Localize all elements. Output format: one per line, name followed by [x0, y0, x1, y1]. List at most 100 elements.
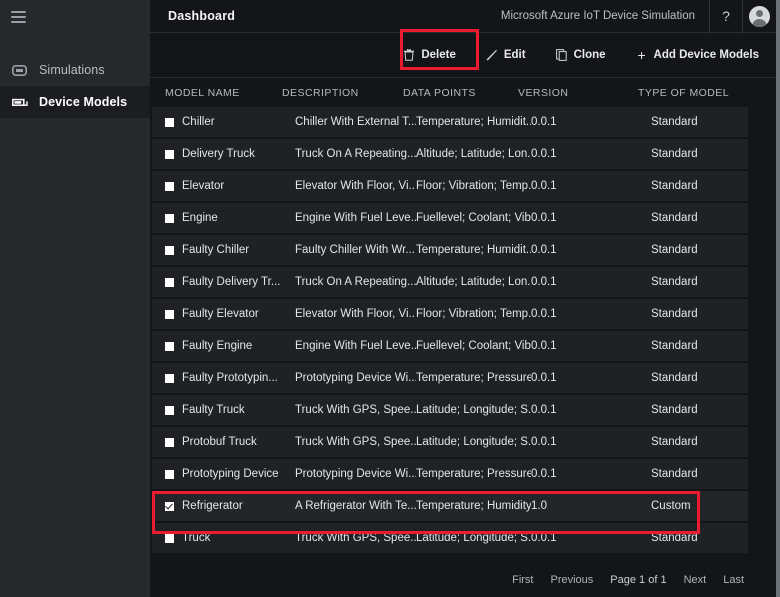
cell-model-name: Engine: [182, 212, 218, 224]
cell-model-name: Protobuf Truck: [182, 436, 257, 448]
pagination-first[interactable]: First: [512, 574, 533, 586]
cell-model-name: Prototyping Device: [182, 468, 279, 480]
action-toolbar: Delete Edit Clone + Add Device Models: [150, 33, 776, 78]
cell-type-of-model: Custom: [651, 500, 691, 512]
table-row[interactable]: Faulty Delivery Tr... Truck On A Repeatin…: [152, 267, 748, 299]
cell-data-points: Latitude; Longitude; S...: [416, 532, 531, 544]
cell-data-points: Altitude; Latitude; Lon...: [416, 148, 531, 160]
cell-type-of-model: Standard: [651, 404, 698, 416]
row-checkbox[interactable]: [165, 149, 174, 159]
cell-data-points: Latitude; Longitude; S...: [416, 436, 531, 448]
column-header-type-of-model: TYPE OF MODEL: [638, 86, 730, 99]
table-row[interactable]: Refrigerator A Refrigerator With Te... Tem…: [152, 491, 748, 523]
cell-type-of-model: Standard: [651, 276, 698, 288]
column-header-version: VERSION: [518, 86, 569, 99]
cell-data-points: Latitude; Longitude; S...: [416, 404, 531, 416]
table-row[interactable]: Protobuf Truck Truck With GPS, Spee... Lat…: [152, 427, 748, 459]
cell-model-name: Faulty Delivery Tr...: [182, 276, 281, 288]
row-checkbox[interactable]: [165, 341, 174, 351]
column-header-description: DESCRIPTION: [282, 86, 359, 99]
delete-label: Delete: [421, 49, 456, 61]
cell-description: Prototyping Device Wi...: [295, 372, 416, 384]
cell-version: 1.0: [531, 500, 547, 512]
cell-description: Engine With Fuel Leve...: [295, 340, 416, 352]
cell-data-points: Fuellevel; Coolant; Vib...: [416, 212, 531, 224]
cell-version: 0.0.1: [531, 436, 557, 448]
row-checkbox[interactable]: [165, 213, 174, 223]
pagination-last[interactable]: Last: [723, 574, 744, 586]
trash-icon: [403, 49, 415, 62]
top-bar: Dashboard Microsoft Azure IoT Device Sim…: [150, 0, 776, 33]
row-checkbox[interactable]: [165, 373, 174, 383]
cell-version: 0.0.1: [531, 532, 557, 544]
row-checkbox[interactable]: [165, 277, 174, 287]
row-checkbox[interactable]: [165, 181, 174, 191]
sidebar-item-label: Simulations: [39, 63, 105, 77]
row-checkbox[interactable]: [165, 245, 174, 255]
cell-description: Truck With GPS, Spee...: [295, 404, 416, 416]
cell-type-of-model: Standard: [651, 436, 698, 448]
hamburger-icon: [11, 10, 26, 23]
cell-description: Prototyping Device Wi...: [295, 468, 416, 480]
cell-version: 0.0.1: [531, 244, 557, 256]
row-checkbox[interactable]: [165, 309, 174, 319]
table-row[interactable]: Elevator Elevator With Floor, Vi... Floor;…: [152, 171, 748, 203]
menu-toggle-button[interactable]: [0, 0, 150, 33]
cell-type-of-model: Standard: [651, 180, 698, 192]
table-row[interactable]: Delivery Truck Truck On A Repeating... Alt…: [152, 139, 748, 171]
cell-description: Elevator With Floor, Vi...: [295, 180, 416, 192]
table-row[interactable]: Engine Engine With Fuel Leve... Fuellevel;…: [152, 203, 748, 235]
table-row[interactable]: Faulty Engine Engine With Fuel Leve... Fue…: [152, 331, 748, 363]
cell-model-name: Faulty Chiller: [182, 244, 250, 256]
table-row[interactable]: Faulty Prototypin... Prototyping Device W…: [152, 363, 748, 395]
row-checkbox[interactable]: [165, 437, 174, 447]
cell-type-of-model: Standard: [651, 212, 698, 224]
help-button[interactable]: ?: [710, 0, 742, 33]
edit-button[interactable]: Edit: [486, 49, 526, 62]
cell-model-name: Faulty Elevator: [182, 308, 259, 320]
add-device-models-button[interactable]: + Add Device Models: [636, 47, 759, 63]
pagination-next[interactable]: Next: [684, 574, 707, 586]
row-checkbox[interactable]: [165, 501, 174, 511]
sidebar-nav: Simulations Device Models: [0, 54, 150, 118]
cell-version: 0.0.1: [531, 404, 557, 416]
cell-description: Truck On A Repeating...: [295, 276, 416, 288]
cell-data-points: Temperature; Humidity: [416, 500, 531, 512]
table-row[interactable]: Faulty Chiller Faulty Chiller With Wr... T…: [152, 235, 748, 267]
cell-data-points: Floor; Vibration; Temp...: [416, 308, 531, 320]
cell-version: 0.0.1: [531, 116, 557, 128]
sidebar-item-device-models[interactable]: Device Models: [0, 86, 150, 118]
plus-icon: +: [637, 47, 646, 63]
table-row[interactable]: Faulty Elevator Elevator With Floor, Vi..…: [152, 299, 748, 331]
cell-type-of-model: Standard: [651, 308, 698, 320]
cell-version: 0.0.1: [531, 276, 557, 288]
table-row[interactable]: Truck Truck With GPS, Spee... Latitude; Lo…: [152, 523, 748, 555]
cell-version: 0.0.1: [531, 180, 557, 192]
cell-data-points: Floor; Vibration; Temp...: [416, 180, 531, 192]
cell-version: 0.0.1: [531, 148, 557, 160]
row-checkbox[interactable]: [165, 533, 174, 543]
user-account-button[interactable]: [743, 0, 776, 33]
column-header-data-points: DATA POINTS: [403, 86, 476, 99]
row-checkbox[interactable]: [165, 117, 174, 127]
main-content: Dashboard Microsoft Azure IoT Device Sim…: [150, 0, 776, 597]
delete-button[interactable]: Delete: [403, 49, 456, 62]
cell-model-name: Truck: [182, 532, 211, 544]
sidebar-item-label: Device Models: [39, 95, 128, 109]
table-row[interactable]: Prototyping Device Prototyping Device Wi.…: [152, 459, 748, 491]
cell-model-name: Faulty Prototypin...: [182, 372, 278, 384]
cell-description: A Refrigerator With Te...: [295, 500, 416, 512]
cell-description: Faulty Chiller With Wr...: [295, 244, 415, 256]
cell-version: 0.0.1: [531, 372, 557, 384]
table-row[interactable]: Chiller Chiller With External T... Tempera…: [152, 107, 748, 139]
cell-description: Chiller With External T...: [295, 116, 416, 128]
row-checkbox[interactable]: [165, 405, 174, 415]
sidebar-item-simulations[interactable]: Simulations: [0, 54, 150, 86]
row-checkbox[interactable]: [165, 469, 174, 479]
table-row[interactable]: Faulty Truck Truck With GPS, Spee... Latit…: [152, 395, 748, 427]
pagination-previous[interactable]: Previous: [551, 574, 594, 586]
pencil-icon: [486, 49, 498, 62]
pagination: First Previous Page 1 of 1 Next Last: [150, 563, 776, 597]
clone-button[interactable]: Clone: [556, 49, 606, 62]
avatar: [749, 5, 770, 27]
